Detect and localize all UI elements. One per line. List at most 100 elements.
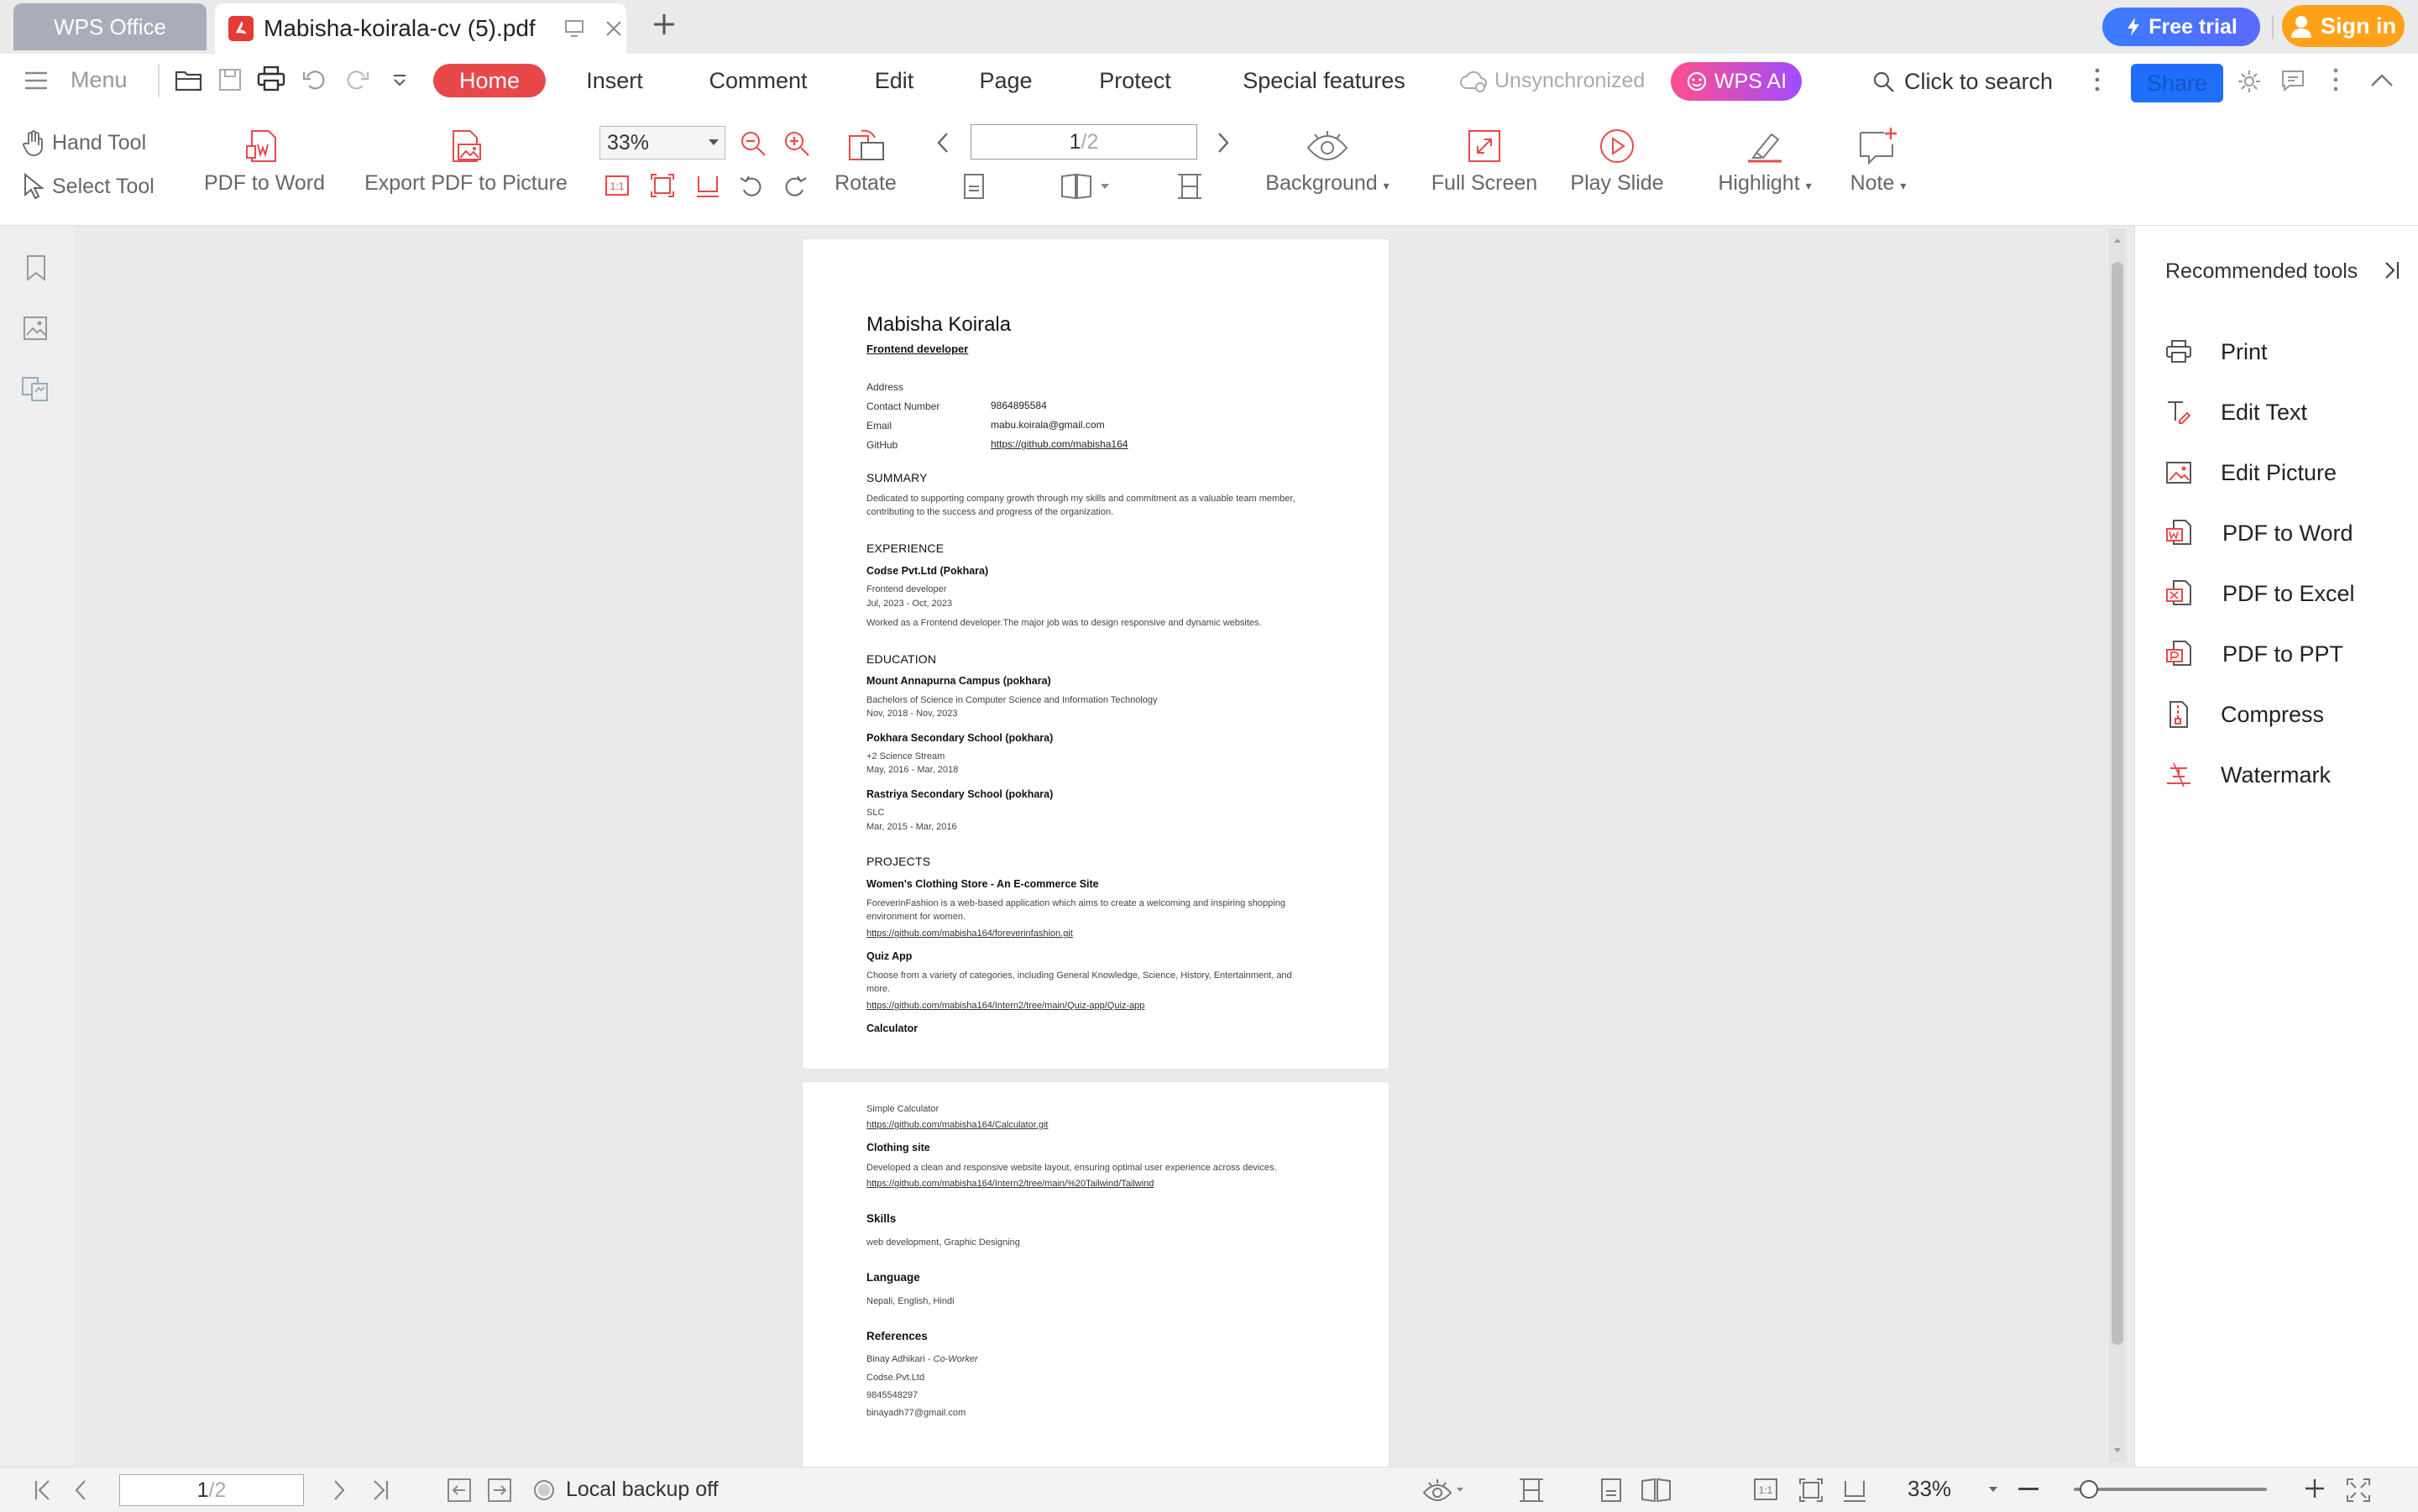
- collapse-panel-icon[interactable]: [2382, 259, 2402, 281]
- window-restore-icon[interactable]: [564, 19, 584, 38]
- wps-office-tab[interactable]: WPS Office: [13, 3, 207, 50]
- sync-status[interactable]: Unsynchronized: [1459, 69, 1645, 93]
- page-number-input[interactable]: 1 /2: [971, 124, 1197, 160]
- previous-page-icon[interactable]: [935, 131, 950, 154]
- status-page-input[interactable]: 1 /2: [119, 1474, 304, 1506]
- share-button[interactable]: Share: [2131, 64, 2223, 102]
- local-backup-status[interactable]: Local backup off: [532, 1478, 719, 1502]
- project-link[interactable]: https://github.com/mabisha164/Intern2/tr…: [866, 1179, 1154, 1189]
- tool-compress[interactable]: Compress: [2165, 698, 2324, 731]
- zoom-out-icon[interactable]: [739, 129, 767, 158]
- full-screen-icon[interactable]: [2346, 1478, 2371, 1503]
- background-tool[interactable]: Background ▾: [1253, 126, 1402, 196]
- back-view-icon[interactable]: [447, 1478, 472, 1503]
- zoom-dropdown-icon[interactable]: [1988, 1486, 1998, 1493]
- wps-ai-button[interactable]: WPS AI: [1671, 62, 1802, 101]
- highlight-tool[interactable]: Highlight ▾: [1708, 128, 1822, 196]
- fit-width-icon[interactable]: [695, 173, 720, 198]
- menu-label[interactable]: Menu: [71, 67, 128, 93]
- close-tab-icon[interactable]: [604, 19, 623, 38]
- search-box[interactable]: Click to search: [1872, 69, 2053, 95]
- tab-protect[interactable]: Protect: [1091, 64, 1179, 97]
- collapse-ribbon-icon[interactable]: [2369, 72, 2394, 89]
- tool-pdf-to-excel[interactable]: PDF to Excel: [2165, 577, 2355, 610]
- zoom-slider[interactable]: [2074, 1480, 2267, 1499]
- hamburger-icon[interactable]: [24, 71, 49, 91]
- project-link[interactable]: https://github.com/mabisha164/Calculator…: [866, 1120, 1048, 1130]
- zoom-plus-icon[interactable]: [2304, 1478, 2326, 1499]
- scroll-down-arrow-icon[interactable]: [2113, 1447, 2122, 1454]
- bookmark-icon[interactable]: [25, 254, 47, 281]
- tool-watermark[interactable]: Watermark: [2165, 758, 2331, 792]
- note-tool[interactable]: Note ▾: [1840, 126, 1916, 196]
- thumbnail-icon[interactable]: [22, 315, 49, 342]
- hand-tool[interactable]: Hand Tool: [22, 129, 146, 156]
- single-page-icon[interactable]: [962, 173, 986, 200]
- previous-page-icon[interactable]: [74, 1479, 87, 1501]
- fit-page-icon[interactable]: [650, 173, 675, 198]
- rotate-left-icon[interactable]: [739, 173, 764, 198]
- sign-in-button[interactable]: Sign in: [2282, 5, 2405, 47]
- tab-edit[interactable]: Edit: [865, 64, 924, 97]
- rotate-right-icon[interactable]: [782, 173, 808, 198]
- zoom-slider-knob[interactable]: [2079, 1480, 2098, 1499]
- two-page-view-dropdown[interactable]: [1060, 173, 1110, 200]
- fit-page-icon[interactable]: [1798, 1478, 1824, 1503]
- first-page-icon[interactable]: [34, 1479, 52, 1501]
- full-screen-tool[interactable]: Full Screen: [1424, 128, 1545, 196]
- more-vertical-icon-2[interactable]: [2332, 67, 2339, 92]
- pdf-to-word-tool[interactable]: PDF to Word: [203, 128, 326, 196]
- vertical-scrollbar[interactable]: [2109, 228, 2126, 1462]
- document-canvas[interactable]: Mabisha Koirala Frontend developer Addre…: [74, 226, 2124, 1467]
- forward-view-icon[interactable]: [487, 1478, 512, 1503]
- project-link[interactable]: https://github.com/mabisha164/foreverinf…: [866, 929, 1073, 939]
- settings-gear-icon[interactable]: [2237, 69, 2262, 94]
- project-link[interactable]: https://github.com/mabisha164/Intern2/tr…: [866, 1001, 1144, 1011]
- tab-page[interactable]: Page: [974, 64, 1038, 97]
- tool-edit-text[interactable]: Edit Text: [2165, 395, 2307, 429]
- quick-access-dropdown-icon[interactable]: [391, 74, 408, 87]
- print-icon[interactable]: [257, 65, 285, 92]
- tool-print[interactable]: Print: [2165, 335, 2268, 369]
- github-link[interactable]: https://github.com/mabisha164: [991, 438, 1128, 450]
- last-page-icon[interactable]: [371, 1479, 390, 1501]
- comment-bubble-icon[interactable]: [2280, 69, 2305, 92]
- tab-insert[interactable]: Insert: [571, 64, 658, 97]
- zoom-combobox[interactable]: 33%: [599, 126, 725, 160]
- scroll-up-arrow-icon[interactable]: [2113, 237, 2122, 243]
- new-tab-icon[interactable]: [652, 12, 677, 37]
- save-icon[interactable]: [218, 67, 242, 92]
- document-tab[interactable]: Mabisha-koirala-cv (5).pdf: [215, 3, 626, 54]
- actual-size-icon[interactable]: 1:1: [604, 175, 630, 196]
- open-folder-icon[interactable]: [175, 67, 203, 92]
- chevron-down-icon[interactable]: [708, 139, 720, 147]
- free-trial-button[interactable]: Free trial: [2102, 8, 2260, 46]
- rotate-tool[interactable]: Rotate: [828, 128, 903, 196]
- next-page-icon[interactable]: [332, 1479, 346, 1501]
- zoom-in-icon[interactable]: [782, 129, 811, 158]
- zoom-minus-icon[interactable]: [2018, 1488, 2039, 1490]
- tool-edit-picture[interactable]: Edit Picture: [2165, 456, 2337, 489]
- tab-special-features[interactable]: Special features: [1238, 64, 1410, 97]
- export-pdf-to-picture-tool[interactable]: Export PDF to Picture: [363, 128, 569, 196]
- select-tool[interactable]: Select Tool: [22, 173, 154, 200]
- tool-pdf-to-ppt[interactable]: PDF to PPT: [2165, 637, 2343, 671]
- tool-pdf-to-word[interactable]: PDF to Word: [2165, 516, 2353, 550]
- two-page-icon[interactable]: [1641, 1478, 1672, 1503]
- continuous-scroll-icon[interactable]: [1175, 173, 1204, 200]
- scrollbar-thumb[interactable]: [2112, 262, 2123, 1345]
- fit-width-icon[interactable]: [1842, 1478, 1867, 1503]
- redo-icon[interactable]: [346, 69, 369, 91]
- more-vertical-icon[interactable]: [2094, 67, 2101, 92]
- next-page-icon[interactable]: [1216, 131, 1231, 154]
- play-slide-tool[interactable]: Play Slide: [1563, 128, 1671, 196]
- status-zoom-value[interactable]: 33%: [1908, 1476, 1951, 1502]
- compare-pages-icon[interactable]: [20, 375, 50, 402]
- tab-comment[interactable]: Comment: [699, 64, 818, 97]
- tab-home[interactable]: Home: [433, 64, 546, 97]
- continuous-scroll-icon[interactable]: [1518, 1478, 1545, 1503]
- eye-protection-dropdown[interactable]: [1422, 1478, 1464, 1503]
- actual-size-icon[interactable]: 1:1: [1753, 1478, 1778, 1501]
- single-page-icon[interactable]: [1600, 1478, 1622, 1503]
- undo-icon[interactable]: [302, 69, 326, 91]
